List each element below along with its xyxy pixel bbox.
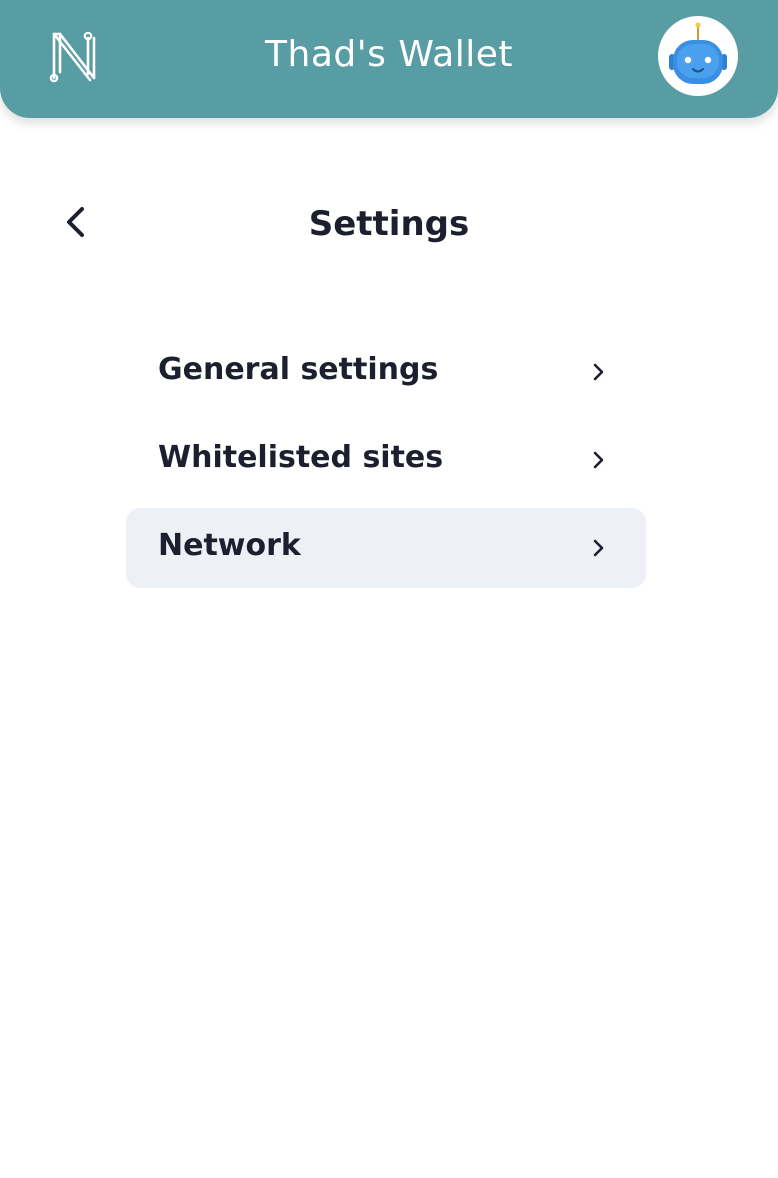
- menu-item-label: General settings: [158, 352, 439, 387]
- menu-item-label: Network: [158, 528, 301, 563]
- avatar[interactable]: [658, 16, 738, 96]
- settings-menu: General settings Whitelisted sites Netwo…: [126, 332, 646, 596]
- menu-item-network[interactable]: Network: [126, 508, 646, 588]
- robot-avatar-icon: [669, 22, 727, 84]
- menu-item-label: Whitelisted sites: [158, 440, 444, 475]
- chevron-right-icon: [593, 539, 604, 557]
- chevron-right-icon: [593, 363, 604, 381]
- menu-item-whitelisted-sites[interactable]: Whitelisted sites: [126, 420, 646, 500]
- menu-item-general-settings[interactable]: General settings: [126, 332, 646, 412]
- chevron-right-icon: [593, 451, 604, 469]
- page-title: Settings: [308, 204, 470, 244]
- app-header: Thad's Wallet: [0, 0, 778, 118]
